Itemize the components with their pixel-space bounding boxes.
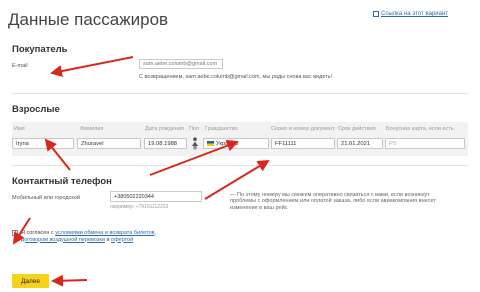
col-bonus-card: Бонусная карта, если есть: [386, 126, 454, 132]
phone-example: например: +79161112233: [110, 204, 169, 210]
share-link[interactable]: Ссылка на этот вариант: [373, 11, 448, 17]
col-document: Серия и номер документа: [271, 126, 335, 132]
agreement-checkbox[interactable]: ✓: [12, 230, 18, 236]
col-gender: Пол: [189, 126, 200, 132]
adults-heading: Взрослые: [12, 104, 60, 115]
offer-link[interactable]: офертой: [111, 237, 133, 243]
birth-date-value: 19.08.1988: [148, 140, 178, 147]
arrow-to-email: [50, 56, 134, 77]
email-field[interactable]: sam.aebe.columb@gmail.com: [139, 59, 223, 69]
expiry-value: 21.01.2021: [341, 140, 371, 147]
col-citizenship: Гражданство: [205, 126, 238, 132]
ukraine-flag-icon: [207, 141, 214, 146]
page-title: Данные пассажиров: [8, 10, 169, 29]
bonus-card-placeholder: PS: [389, 140, 397, 147]
phone-label: Мобильный или городской: [12, 195, 80, 201]
contact-heading: Контактный телефон: [12, 176, 112, 187]
first-name-value: Iryna: [16, 140, 29, 147]
col-last-name: Фамилия: [80, 126, 104, 132]
agreement-text: Я согласен с условиями обмена и возврата…: [21, 230, 156, 243]
birth-date-input[interactable]: 19.08.1988: [144, 138, 187, 149]
exchange-terms-link[interactable]: условиями обмена и возврата билетов: [55, 230, 154, 236]
agreement-comma: ,: [154, 230, 157, 236]
col-first-name: Имя: [14, 126, 25, 132]
last-name-value: Zhuravel: [81, 140, 104, 147]
phone-input[interactable]: +380502220344: [110, 191, 202, 202]
agreement-and: и: [106, 236, 110, 243]
check-mark-icon: ✓: [13, 230, 18, 236]
citizenship-value: Украина: [216, 140, 239, 147]
carriage-contract-link[interactable]: договором воздушной перевозки: [21, 237, 105, 243]
welcome-message: С возвращением, sam.aebe.columb@gmail.co…: [139, 74, 333, 80]
divider: [12, 165, 468, 166]
arrow-to-next-button: [51, 274, 88, 287]
last-name-input[interactable]: Zhuravel: [77, 138, 141, 149]
citizenship-select[interactable]: Украина: [203, 138, 269, 149]
phone-hint: — По этому номеру мы сможем оперативно с…: [230, 192, 436, 211]
col-birth-date: Дата рождения: [145, 126, 184, 132]
expiry-input[interactable]: 21.01.2021: [337, 138, 383, 149]
buyer-heading: Покупатель: [12, 44, 68, 55]
email-label: E-mail: [12, 63, 28, 69]
agreement-prefix: Я согласен с: [21, 230, 54, 236]
bonus-card-input[interactable]: PS: [385, 138, 465, 149]
phone-value: +380502220344: [114, 193, 154, 200]
document-input[interactable]: FF11111: [271, 138, 335, 149]
first-name-input[interactable]: Iryna: [12, 138, 74, 149]
link-icon: [373, 11, 379, 17]
female-icon[interactable]: [190, 137, 200, 150]
divider: [12, 93, 468, 94]
document-value: FF11111: [275, 140, 297, 147]
next-button[interactable]: Далее: [12, 274, 49, 288]
email-value: sam.aebe.columb@gmail.com: [143, 61, 218, 67]
col-expiry: Срок действия: [338, 126, 376, 132]
share-link-label[interactable]: Ссылка на этот вариант: [381, 11, 448, 17]
